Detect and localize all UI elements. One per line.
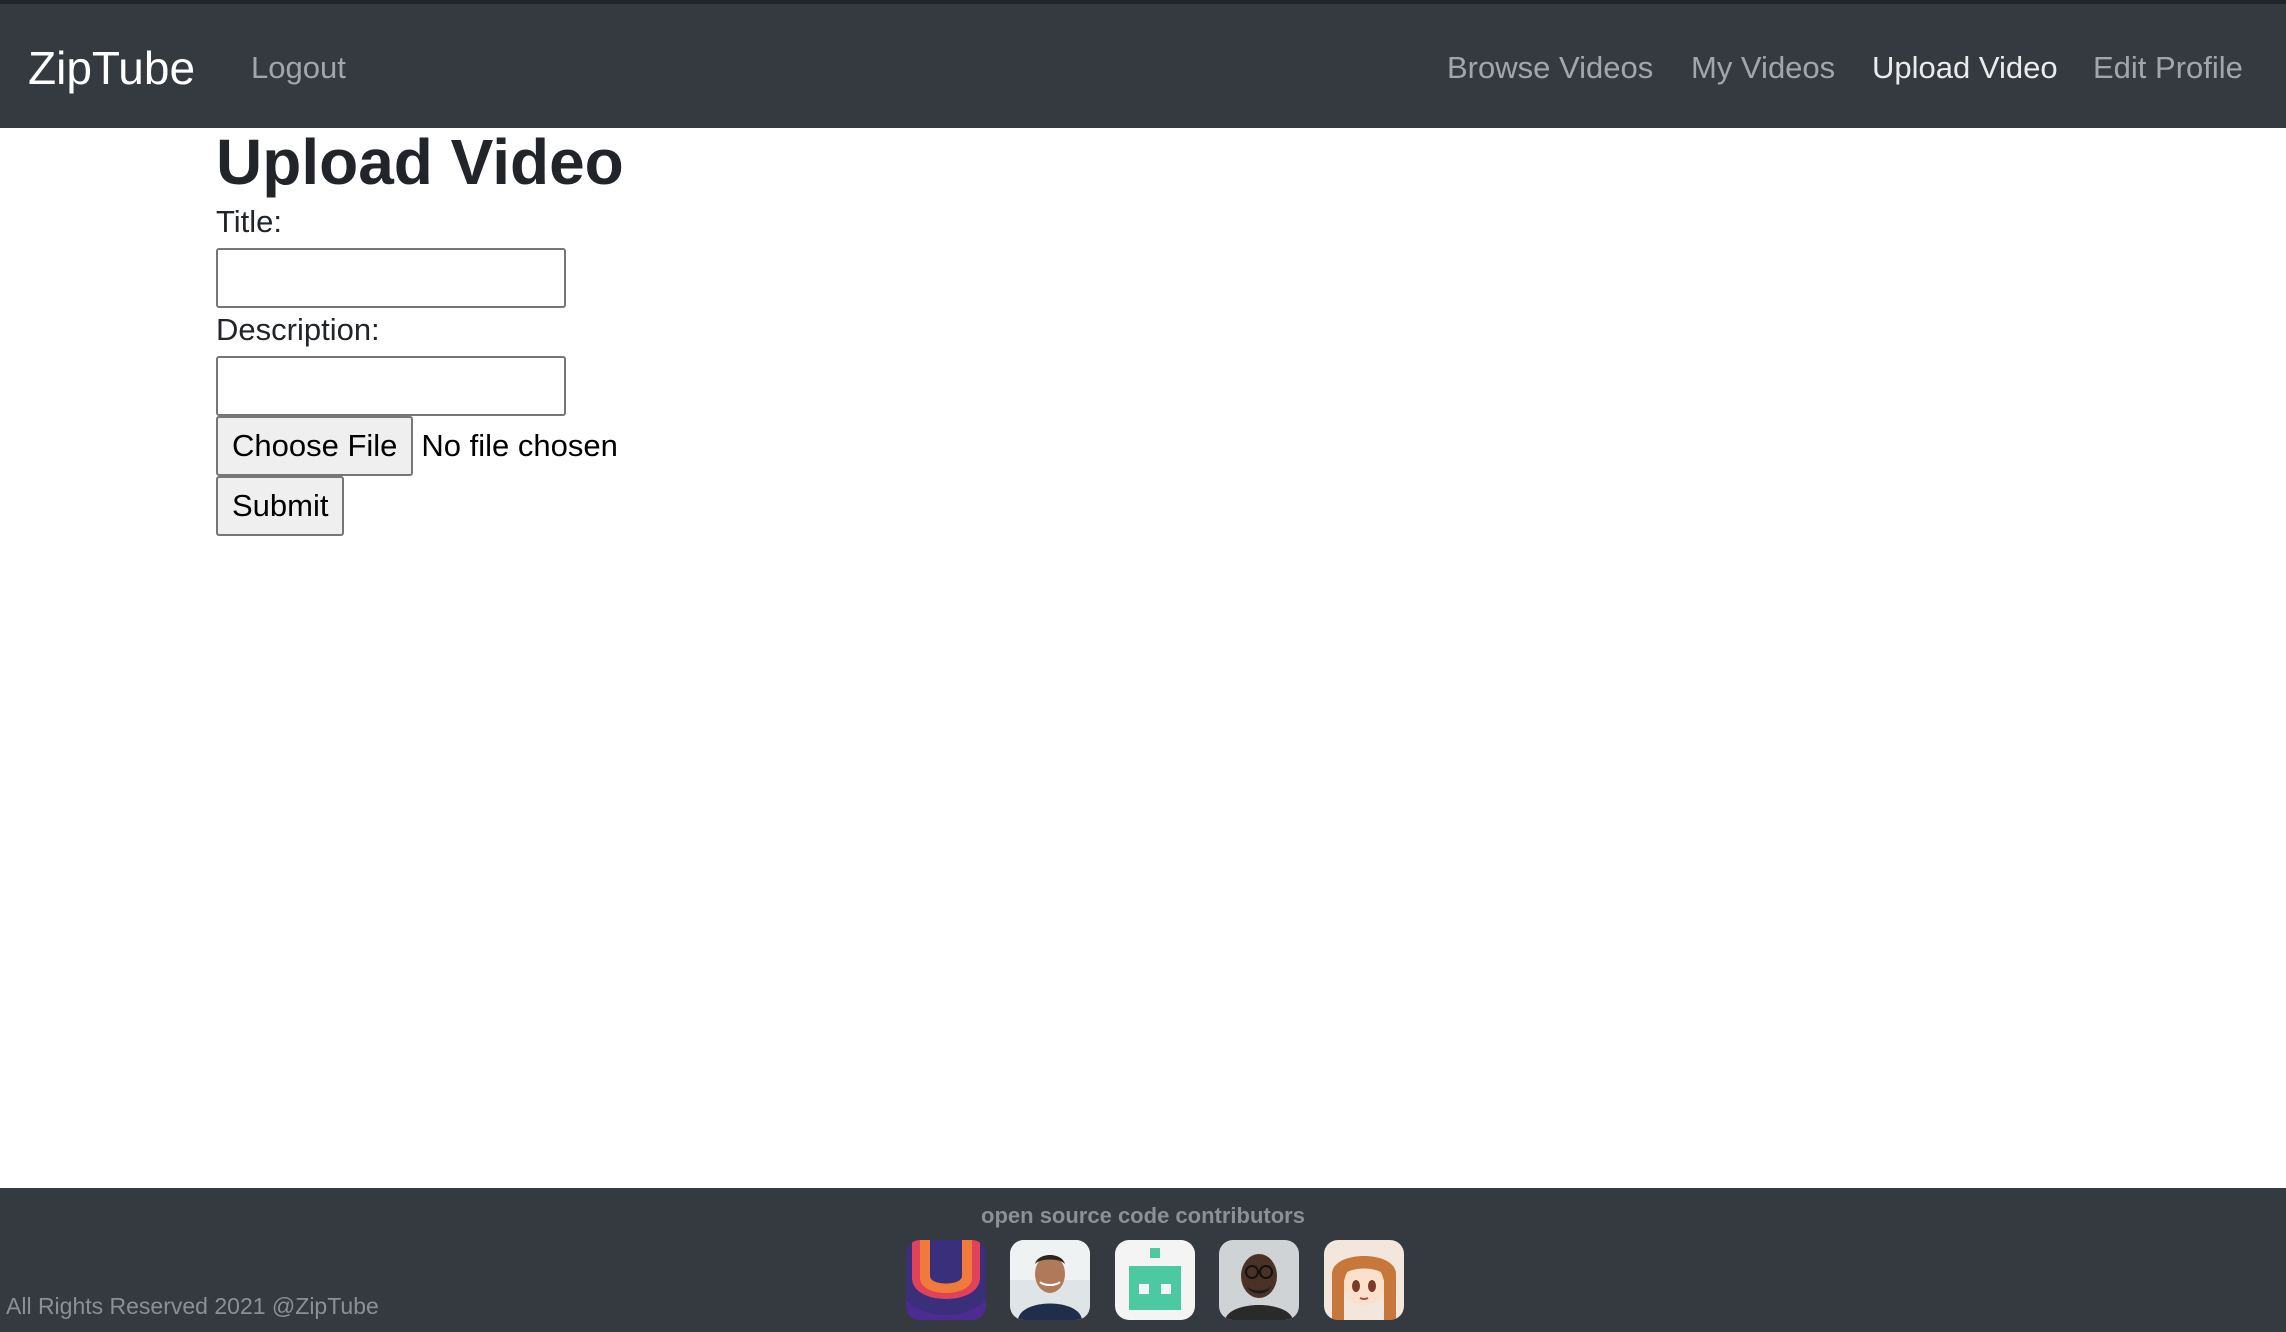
file-status-text: No file chosen — [421, 428, 618, 463]
contributor-2-avatar[interactable] — [1010, 1240, 1091, 1320]
submit-wrapper: Submit — [216, 476, 345, 536]
page: ZipTube Logout Browse Videos My Videos U… — [0, 0, 2286, 1332]
nav-edit-profile[interactable]: Edit Profile — [2093, 48, 2243, 88]
contributor-1-avatar[interactable] — [906, 1240, 986, 1320]
submit-button[interactable]: Submit — [216, 476, 345, 536]
contributor-5-avatar[interactable] — [1323, 1240, 1404, 1320]
file-input: Choose File No file chosen — [216, 416, 618, 476]
contributor-3-avatar[interactable] — [1114, 1240, 1195, 1320]
logout-link[interactable]: Logout — [251, 48, 346, 88]
title-label: Title: — [216, 204, 283, 239]
nav-upload-video[interactable]: Upload Video — [1872, 48, 2058, 88]
description-input[interactable] — [216, 356, 566, 416]
nav-browse-videos[interactable]: Browse Videos — [1447, 48, 1653, 88]
description-label: Description: — [216, 312, 380, 347]
contributors-avatar-list — [906, 1240, 1424, 1320]
contributors-heading: open source code contributors — [981, 1203, 1305, 1228]
nav-my-videos[interactable]: My Videos — [1691, 48, 1835, 88]
footer: open source code contributors All Rights… — [0, 1188, 2286, 1332]
choose-file-button[interactable]: Choose File — [216, 416, 414, 476]
top-navbar: ZipTube Logout Browse Videos My Videos U… — [0, 0, 2286, 128]
copyright-text: All Rights Reserved 2021 @ZipTube — [6, 1293, 379, 1319]
contributor-4-avatar[interactable] — [1219, 1240, 1300, 1320]
page-title: Upload Video — [216, 126, 624, 198]
title-input[interactable] — [216, 248, 566, 308]
brand-logo-link[interactable]: ZipTube — [28, 40, 195, 96]
